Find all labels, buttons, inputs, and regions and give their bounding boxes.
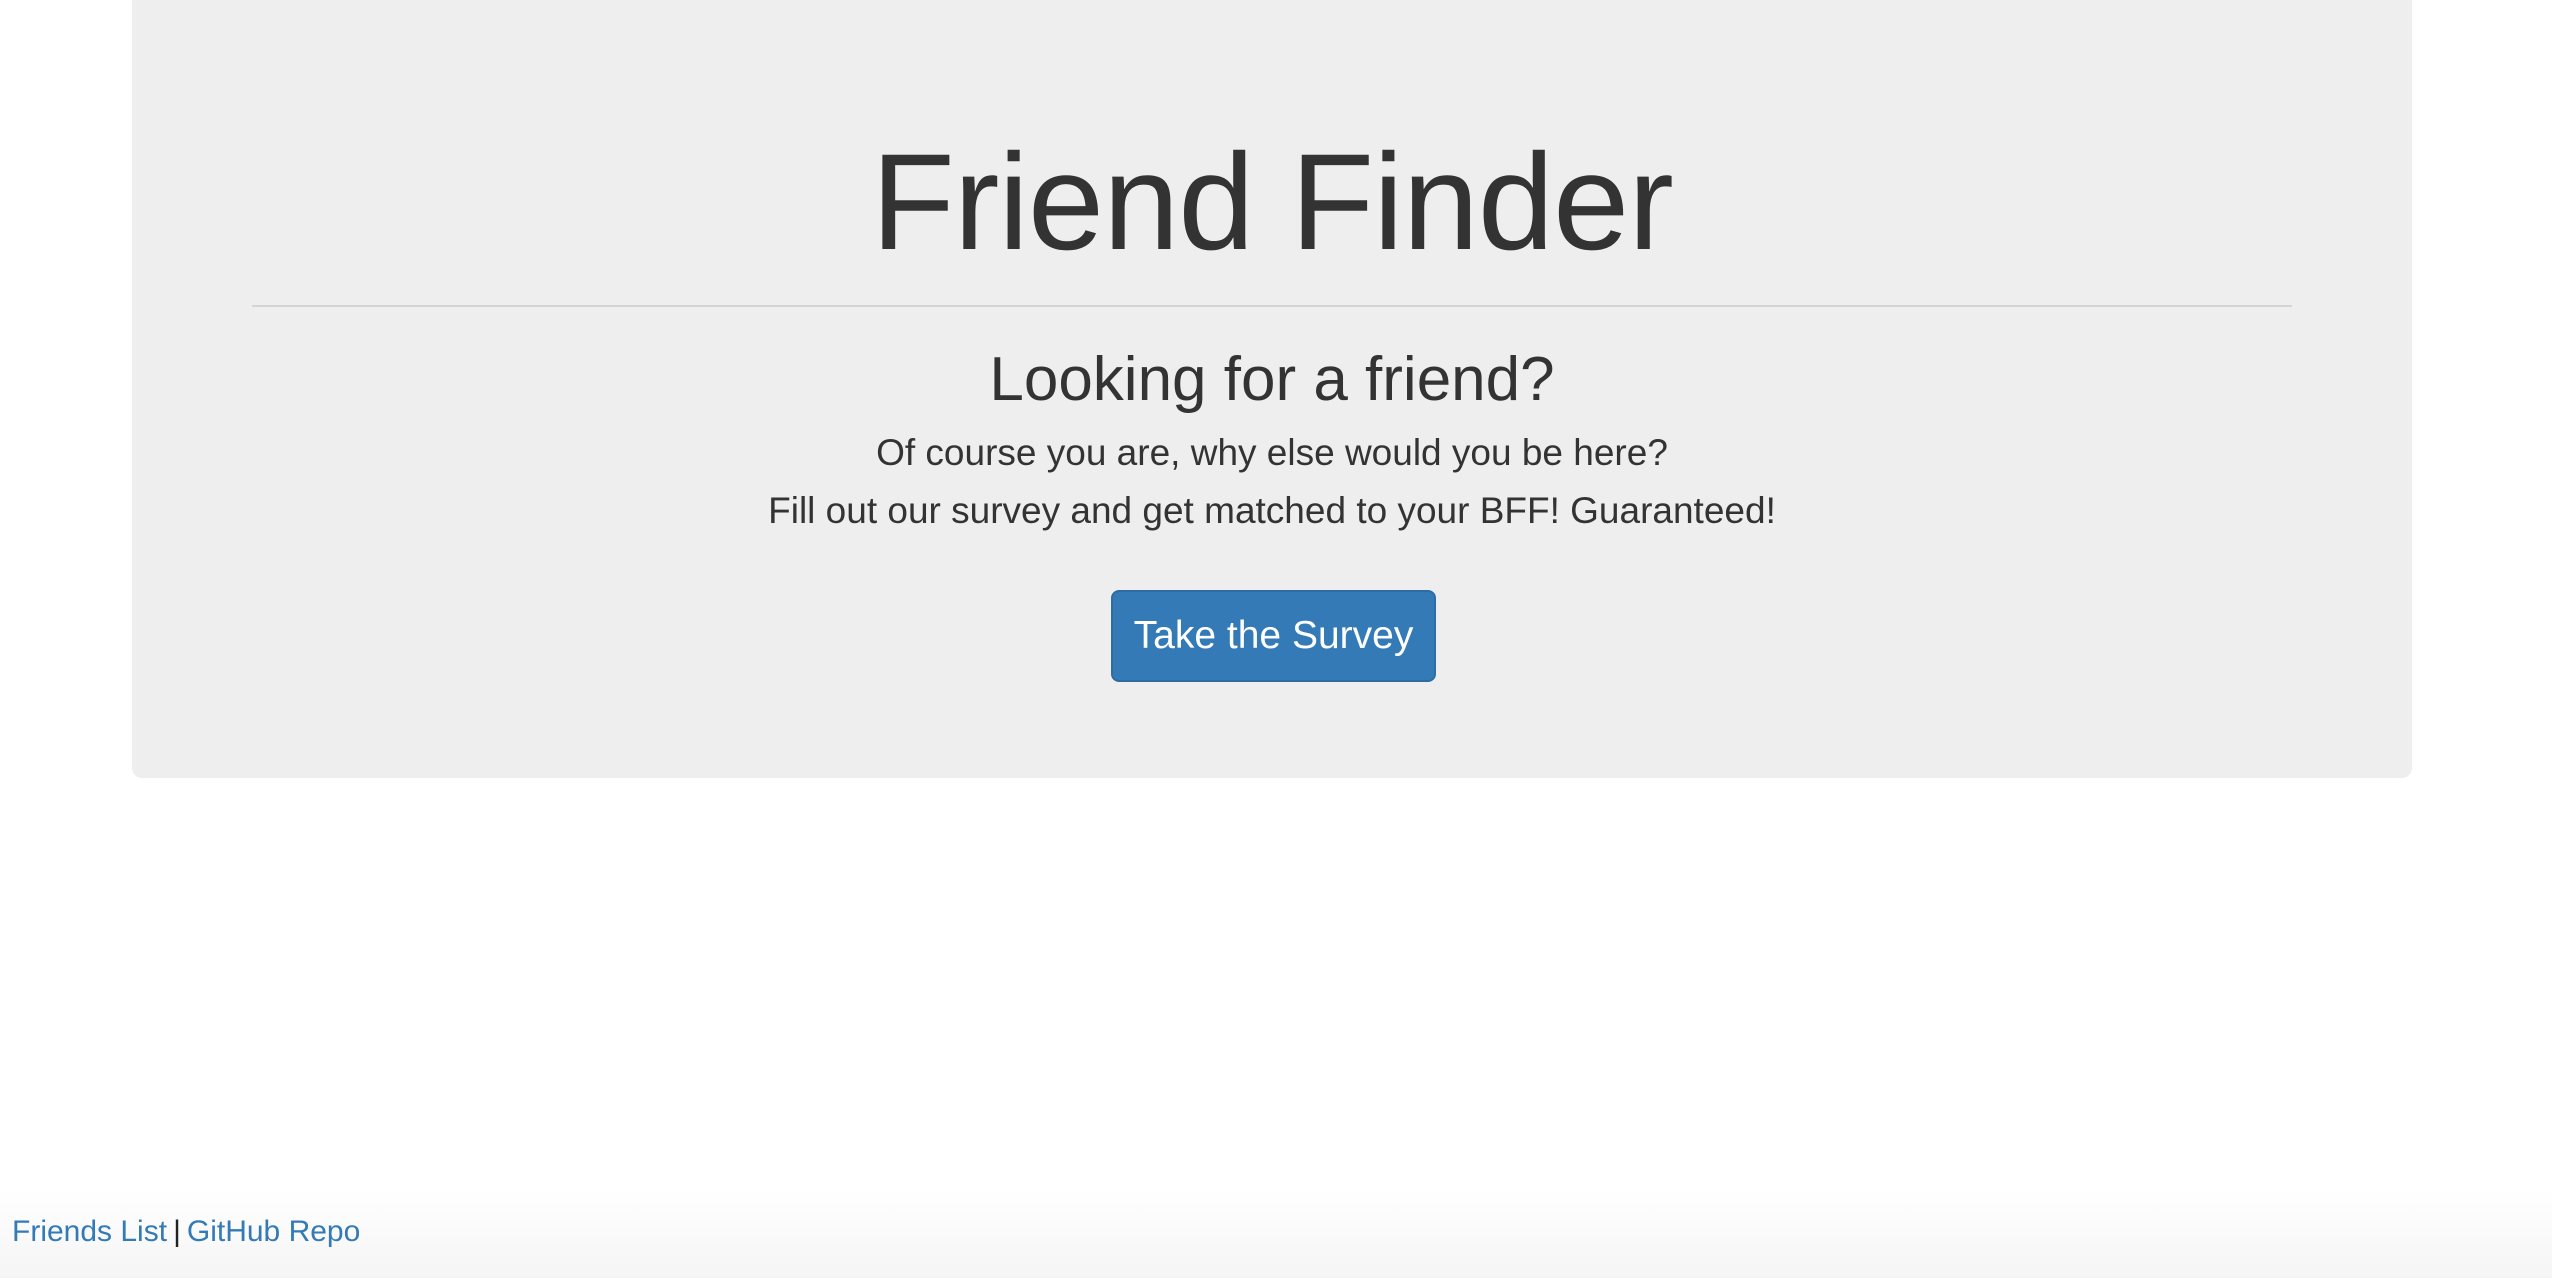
github-repo-link[interactable]: GitHub Repo [187,1215,360,1248]
take-survey-button[interactable]: Take the Survey [1111,590,1436,682]
page: Friend Finder Looking for a friend? Of c… [0,0,2552,1278]
tagline-2: Fill out our survey and get matched to y… [768,490,1776,531]
page-title: Friend Finder [871,126,1674,279]
jumbotron: Friend Finder Looking for a friend? Of c… [132,0,2412,778]
tagline-1: Of course you are, why else would you be… [876,432,1668,473]
friends-list-link[interactable]: Friends List [12,1215,167,1248]
footer-separator: | [173,1215,181,1248]
divider [252,305,2292,307]
footer [0,1188,2552,1278]
subtitle: Looking for a friend? [989,345,1555,414]
footer-links: Friends List | GitHub Repo [12,1212,360,1252]
